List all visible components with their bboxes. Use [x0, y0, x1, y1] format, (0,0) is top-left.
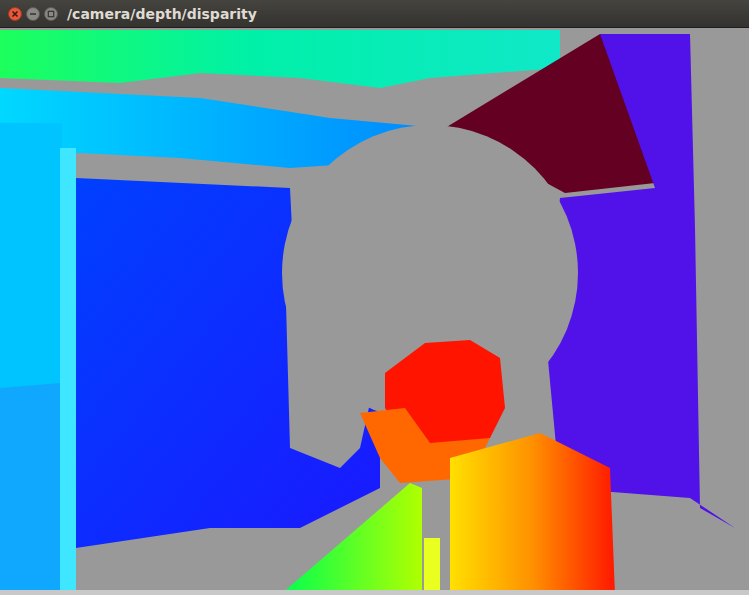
window-title: /camera/depth/disparity: [67, 6, 257, 22]
maximize-icon[interactable]: [44, 7, 58, 21]
bottom-edge: [0, 590, 749, 595]
floor-edge: [424, 538, 440, 593]
lower-left: [0, 383, 60, 595]
floor-region: [280, 483, 422, 595]
near-object: [450, 433, 615, 595]
minimize-icon[interactable]: [26, 7, 40, 21]
pillar: [60, 148, 76, 595]
disparity-image: [0, 28, 749, 595]
title-bar[interactable]: /camera/depth/disparity: [0, 0, 749, 28]
left-wall: [0, 123, 62, 595]
close-icon[interactable]: [8, 7, 22, 21]
image-window: /camera/depth/disparity: [0, 0, 749, 595]
depth-map: [0, 28, 749, 595]
window-controls: [0, 7, 67, 21]
top-band: [0, 30, 560, 88]
